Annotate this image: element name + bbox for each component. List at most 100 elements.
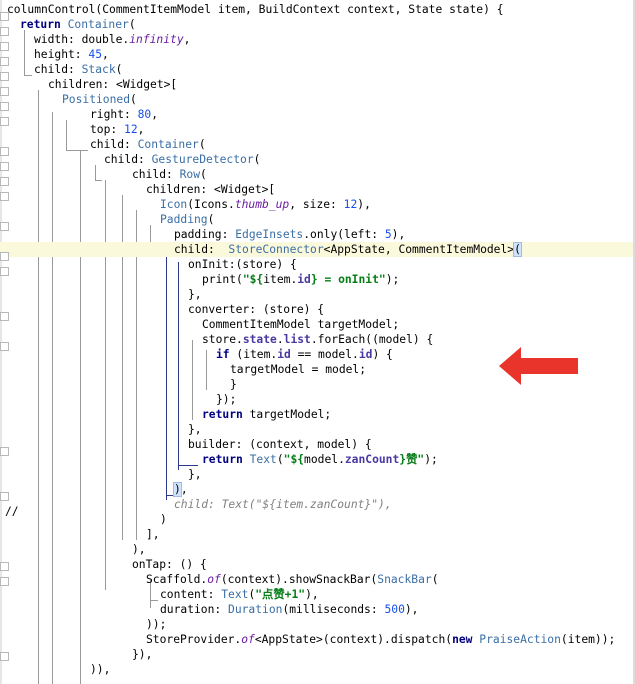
code-token: Container [137,138,199,151]
code-line[interactable]: return Container( [0,17,633,32]
code-token: 5 [384,228,392,241]
fold-icon[interactable] [0,177,9,186]
code-token: CommentItemModel targetModel; [202,318,400,331]
fold-icon[interactable] [0,342,9,351]
fold-icon[interactable] [0,222,9,231]
code-line[interactable]: ) [0,512,633,527]
code-token: ) [160,513,167,526]
code-line[interactable]: child: Container( [0,137,633,152]
code-token: (Icons. [187,198,235,211]
code-line[interactable]: child: Row( [0,167,633,182]
code-token: , [137,123,145,136]
code-token: , size: [289,198,344,211]
fold-icon[interactable] [0,57,9,66]
code-line[interactable]: children: <Widget>[ [0,182,633,197]
code-line[interactable]: onTap: () { [0,557,633,572]
fold-icon[interactable] [0,117,9,126]
fold-icon[interactable] [0,42,9,51]
fold-icon[interactable] [0,577,9,586]
code-token: content: [160,588,222,601]
code-editor[interactable]: columnControl(CommentItemModel item, Bui… [0,0,635,684]
code-line[interactable]: width: double.infinity, [0,32,633,47]
code-line[interactable]: }, [0,287,633,302]
code-token: child: Text("${item.zanCount}"), [174,498,392,511]
code-token: onInit:(store) { [188,258,297,271]
code-line[interactable]: )), [0,662,633,677]
fold-icon[interactable] [0,192,9,201]
code-token: top: [90,123,125,136]
fold-icon[interactable] [0,162,9,171]
code-line[interactable]: Icon(Icons.thumb_up, size: 12), [0,197,633,212]
fold-icon[interactable] [0,312,9,321]
fold-icon[interactable] [0,562,9,571]
code-token: state [242,333,277,346]
code-line[interactable]: children: <Widget>[ [0,77,633,92]
code-line[interactable]: return Text("${model.zanCount}赞"); [0,452,633,467]
code-line[interactable]: )); [0,617,633,632]
code-token: targetModel; [249,408,332,421]
code-line[interactable]: }); [0,392,633,407]
code-line[interactable]: builder: (context, model) { [0,437,633,452]
code-token: ), [305,588,319,601]
fold-icon[interactable] [0,27,9,36]
fold-icon[interactable] [0,72,9,81]
code-token: 500 [384,603,405,616]
code-line[interactable]: padding: EdgeInsets.only(left: 5), [0,227,633,242]
code-line[interactable]: Scaffold.of(context).showSnackBar(SnackB… [0,572,633,587]
code-token: id [297,273,311,286]
code-token: ) { [372,348,393,361]
code-token: 80 [137,108,152,121]
code-token: ( [200,168,207,181]
code-token: child: [90,138,138,151]
code-line[interactable]: CommentItemModel targetModel; [0,317,633,332]
code-line[interactable]: child: Stack( [0,62,633,77]
code-line[interactable]: ), [0,542,633,557]
fold-icon[interactable] [0,492,9,501]
fold-icon[interactable] [0,147,9,156]
code-line[interactable]: converter: (store) { [0,302,633,317]
fold-icon[interactable] [0,267,9,276]
code-line[interactable]: return targetModel; [0,407,633,422]
code-line[interactable]: height: 45, [0,47,633,62]
code-token: ], [146,528,160,541]
code-line[interactable]: Padding( [0,212,633,227]
code-line[interactable]: }, [0,422,633,437]
fold-icon[interactable] [0,652,9,661]
code-line[interactable]: }, [0,467,633,482]
code-line[interactable]: StoreProvider.of<AppState>(context).disp… [0,632,633,647]
code-token: id [358,348,373,361]
fold-icon[interactable] [0,87,9,96]
code-token: PraiseAction [479,633,561,646]
code-line[interactable]: Positioned( [0,92,633,107]
code-token: item [263,273,291,286]
code-token: (context).showSnackBar( [220,573,378,586]
code-token: of [241,633,255,646]
code-line[interactable]: child: GestureDetector( [0,152,633,167]
code-token: duration: [160,603,229,616]
code-line[interactable]: store.state.list.forEach((model) { [0,332,633,347]
code-token: SnackBar [377,573,432,586]
code-token: converter: (store) { [188,303,325,316]
code-line[interactable]: }), [0,647,633,662]
code-line[interactable]: content: Text("点赞+1"), [0,587,633,602]
fold-icon[interactable] [0,447,9,456]
code-line[interactable]: duration: Duration(milliseconds: 500), [0,602,633,617]
code-token: ( [253,153,261,166]
fold-icon[interactable] [0,252,9,261]
code-line[interactable]: ), [0,482,633,497]
code-line[interactable]: print("${item.id} = onInit"); [0,272,633,287]
code-token: )), [90,663,111,676]
code-line[interactable]: child: StoreConnector<AppState, CommentI… [0,242,633,257]
code-line[interactable]: top: 12, [0,122,633,137]
code-token: }, [188,468,202,481]
code-token: <AppState, CommentItemModel> [323,243,515,256]
fold-icon[interactable] [0,12,9,21]
fold-icon[interactable] [0,102,9,111]
code-line[interactable]: ], [0,527,633,542]
code-line[interactable]: onInit:(store) { [0,257,633,272]
code-line[interactable]: columnControl(CommentItemModel item, Bui… [0,2,633,17]
code-token: return [202,408,250,421]
code-line[interactable]: child: Text("${item.zanCount}"), [0,497,633,512]
code-token: (item)); [560,633,616,646]
code-line[interactable]: right: 80, [0,107,633,122]
